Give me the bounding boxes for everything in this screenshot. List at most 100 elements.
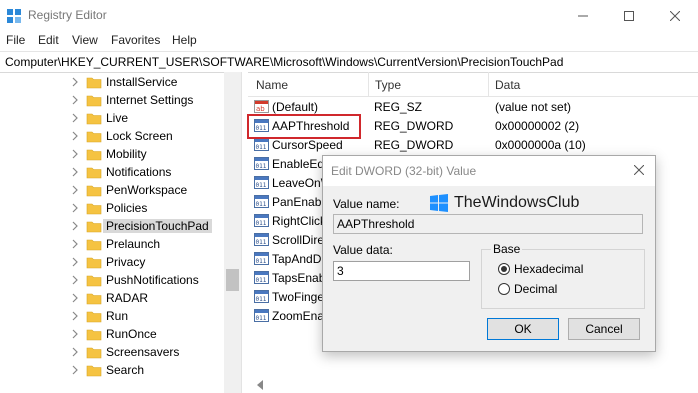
tree-item[interactable]: RADAR xyxy=(0,289,224,307)
dword-value-icon: 011 xyxy=(254,309,269,322)
chevron-right-icon[interactable] xyxy=(70,274,80,286)
base-label: Base xyxy=(491,242,523,256)
column-data-header[interactable]: Data xyxy=(495,78,520,92)
value-data: 0x00000002 (2) xyxy=(495,119,580,133)
tree-item[interactable]: Live xyxy=(0,109,224,127)
svg-text:011: 011 xyxy=(256,239,267,246)
decimal-label[interactable]: Decimal xyxy=(514,282,557,296)
tree-item[interactable]: Mobility xyxy=(0,145,224,163)
dialog-close-button[interactable] xyxy=(631,162,647,178)
key-tree: InstallService Internet Settings Live Lock … xyxy=(0,72,224,393)
minimize-button[interactable] xyxy=(560,0,606,31)
svg-text:011: 011 xyxy=(256,182,267,189)
tree-item[interactable]: Internet Settings xyxy=(0,91,224,109)
address-path[interactable]: Computer\HKEY_CURRENT_USER\SOFTWARE\Micr… xyxy=(5,55,563,69)
list-header: Name Type Data xyxy=(248,72,698,97)
tree-item[interactable]: PenWorkspace xyxy=(0,181,224,199)
tree-item[interactable]: Lock Screen xyxy=(0,127,224,145)
chevron-right-icon[interactable] xyxy=(70,220,80,232)
tree-item[interactable]: Policies xyxy=(0,199,224,217)
close-button[interactable] xyxy=(652,0,698,31)
column-divider[interactable] xyxy=(368,72,369,96)
chevron-right-icon[interactable] xyxy=(70,166,80,178)
value-name-label: Value name: xyxy=(333,197,400,211)
tree-item[interactable]: Privacy xyxy=(0,253,224,271)
chevron-right-icon[interactable] xyxy=(70,292,80,304)
scroll-left-arrow-icon[interactable] xyxy=(255,379,265,391)
chevron-right-icon[interactable] xyxy=(70,238,80,250)
dword-value-icon: 011 xyxy=(254,233,269,246)
close-icon xyxy=(670,10,680,21)
tree-item[interactable]: Run xyxy=(0,307,224,325)
tree-item[interactable]: Prelaunch xyxy=(0,235,224,253)
tree-item[interactable]: InstallService xyxy=(0,73,224,91)
chevron-right-icon[interactable] xyxy=(70,202,80,214)
menu-help[interactable]: Help xyxy=(172,33,197,47)
menu-file[interactable]: File xyxy=(6,33,25,47)
tree-item[interactable]: PushNotifications xyxy=(0,271,224,289)
svg-text:011: 011 xyxy=(256,315,267,322)
value-name-field[interactable]: AAPThreshold xyxy=(333,214,643,234)
tree-item-label: PenWorkspace xyxy=(106,183,188,197)
registry-editor-icon xyxy=(7,9,21,23)
value-data: 0x0000000a (10) xyxy=(495,138,586,152)
folder-icon xyxy=(86,257,102,269)
address-bar[interactable]: Computer\HKEY_CURRENT_USER\SOFTWARE\Micr… xyxy=(0,51,698,73)
folder-icon xyxy=(86,203,102,215)
folder-icon xyxy=(86,95,102,107)
decimal-radio[interactable] xyxy=(498,283,510,295)
tree-item[interactable]: RunOnce xyxy=(0,325,224,343)
tree-item[interactable]: Notifications xyxy=(0,163,224,181)
maximize-button[interactable] xyxy=(606,0,652,31)
minimize-icon xyxy=(578,15,588,16)
folder-icon xyxy=(86,365,102,377)
folder-icon xyxy=(86,329,102,341)
chevron-right-icon[interactable] xyxy=(70,130,80,142)
highlight-annotation xyxy=(247,114,361,139)
watermark: TheWindowsClub xyxy=(430,194,579,212)
chevron-right-icon[interactable] xyxy=(70,76,80,88)
chevron-right-icon[interactable] xyxy=(70,184,80,196)
value-data-field[interactable]: 3 xyxy=(333,261,470,281)
chevron-right-icon[interactable] xyxy=(70,256,80,268)
menu-favorites[interactable]: Favorites xyxy=(111,33,160,47)
chevron-right-icon[interactable] xyxy=(70,148,80,160)
cancel-button[interactable]: Cancel xyxy=(568,318,640,340)
dialog-title-bar: Edit DWORD (32-bit) Value xyxy=(323,156,655,186)
window-title: Registry Editor xyxy=(28,8,107,22)
chevron-right-icon[interactable] xyxy=(70,346,80,358)
value-name: TwoFinger xyxy=(272,290,329,304)
folder-icon xyxy=(86,167,102,179)
chevron-right-icon[interactable] xyxy=(70,94,80,106)
folder-icon xyxy=(86,149,102,161)
tree-scrollbar[interactable] xyxy=(224,72,241,393)
svg-text:011: 011 xyxy=(256,144,267,151)
dword-value-icon: 011 xyxy=(254,138,269,151)
column-name-header[interactable]: Name xyxy=(256,78,288,92)
svg-text:011: 011 xyxy=(256,277,267,284)
column-divider[interactable] xyxy=(488,72,489,96)
menu-view[interactable]: View xyxy=(72,33,98,47)
dword-value-icon: 011 xyxy=(254,157,269,170)
tree-item[interactable]: Screensavers xyxy=(0,343,224,361)
value-name: ScrollDire xyxy=(272,233,325,247)
title-bar: Registry Editor xyxy=(0,0,698,31)
string-value-icon: ab xyxy=(254,100,269,113)
column-type-header[interactable]: Type xyxy=(375,78,401,92)
tree-item-label: Mobility xyxy=(106,147,147,161)
svg-text:011: 011 xyxy=(256,258,267,265)
tree-item[interactable]: Search xyxy=(0,361,224,379)
value-type: REG_SZ xyxy=(374,100,423,114)
tree-scrollbar-thumb[interactable] xyxy=(226,269,239,291)
hexadecimal-radio[interactable] xyxy=(498,263,510,275)
folder-icon xyxy=(86,275,102,287)
chevron-right-icon[interactable] xyxy=(70,112,80,124)
chevron-right-icon[interactable] xyxy=(70,310,80,322)
chevron-right-icon[interactable] xyxy=(70,328,80,340)
hexadecimal-label[interactable]: Hexadecimal xyxy=(514,262,583,276)
tree-item-label: RADAR xyxy=(106,291,149,305)
chevron-right-icon[interactable] xyxy=(70,364,80,376)
ok-button[interactable]: OK xyxy=(487,318,559,340)
tree-item[interactable]: PrecisionTouchPad xyxy=(0,217,224,235)
menu-edit[interactable]: Edit xyxy=(38,33,59,47)
